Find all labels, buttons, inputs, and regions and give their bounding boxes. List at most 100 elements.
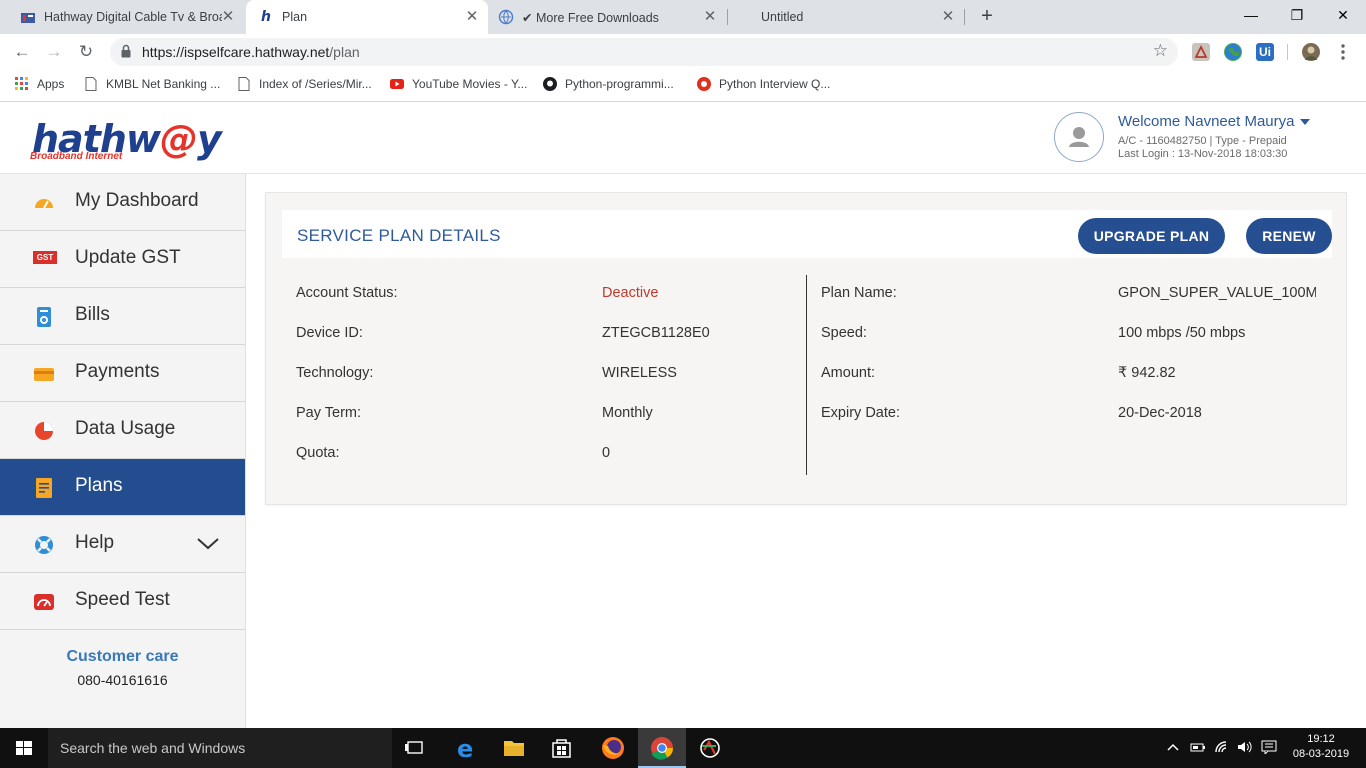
close-tab-icon[interactable]: ✕ (940, 9, 956, 25)
browser-tab-active[interactable]: h Plan ✕ (246, 0, 488, 34)
sidebar-item-help[interactable]: Help (0, 516, 245, 573)
payment-card-icon (34, 368, 54, 381)
service-plan-panel: SERVICE PLAN DETAILS UPGRADE PLAN RENEW … (265, 192, 1347, 505)
edge-browser-icon[interactable]: e (442, 728, 490, 768)
logo-tagline: Broadband Internet (30, 151, 123, 162)
chevron-down-icon[interactable] (196, 533, 220, 553)
speed-value: 100 mbps /50 mbps (1118, 325, 1246, 341)
globe-icon (498, 9, 514, 25)
address-bar[interactable]: https://ispselfcare.hathway.net/plan ☆ (110, 38, 1178, 66)
tab-title: Untitled (761, 10, 804, 24)
column-divider (806, 275, 807, 475)
dashboard-icon (35, 199, 53, 209)
windows-start-icon[interactable] (0, 728, 48, 768)
sidebar-item-payments[interactable]: Payments (0, 345, 245, 402)
browser-menu-icon[interactable] (1340, 42, 1346, 62)
bookmark-python-interview[interactable]: Python Interview Q... (697, 77, 830, 91)
uipath-extension-icon[interactable]: Ui (1256, 43, 1274, 61)
customer-care-title: Customer care (66, 648, 179, 665)
sidebar-item-label: Data Usage (75, 418, 176, 439)
file-explorer-icon[interactable] (490, 728, 538, 768)
plan-name-value: GPON_SUPER_VALUE_100M (1118, 285, 1316, 301)
notifications-icon[interactable] (1261, 740, 1277, 757)
forward-arrow-icon[interactable]: → (42, 40, 66, 64)
close-tab-icon[interactable]: ✕ (220, 9, 236, 25)
tray-chevron-up-icon[interactable] (1166, 740, 1180, 757)
hathway-logo[interactable]: hathw@y Broadband Internet (30, 117, 222, 165)
bookmark-github[interactable]: Python-programmi... (543, 77, 674, 91)
firefox-icon[interactable] (588, 728, 636, 768)
restore-icon[interactable]: ❐ (1274, 0, 1320, 32)
close-window-icon[interactable]: ✕ (1320, 0, 1366, 32)
bookmarks-bar: Apps KMBL Net Banking ... Index of /Seri… (0, 70, 1366, 102)
pdf-extension-icon[interactable] (1192, 43, 1210, 61)
expiry-date-label: Expiry Date: (821, 405, 900, 421)
browser-tab[interactable]: Hathway Digital Cable Tv & Broa ✕ (0, 0, 244, 34)
last-login-line: Last Login : 13-Nov-2018 18:03:30 (1118, 148, 1288, 160)
renew-button[interactable]: RENEW (1246, 218, 1332, 254)
bookmark-label: YouTube Movies - Y... (412, 77, 528, 91)
url-text: https://ispselfcare.hathway.net/plan (142, 44, 360, 60)
sidebar-item-dashboard[interactable]: My Dashboard (0, 174, 245, 231)
plans-icon (36, 478, 52, 498)
account-status-value: Deactive (602, 285, 659, 301)
globe-extension-icon[interactable] (1224, 43, 1242, 61)
account-number-line: A/C - 1160482750 | Type - Prepaid (1118, 135, 1287, 147)
bookmark-kmbl[interactable]: KMBL Net Banking ... (84, 77, 220, 91)
store-icon[interactable] (538, 728, 586, 768)
quota-value: 0 (602, 445, 611, 461)
battery-icon[interactable] (1190, 740, 1206, 757)
browser-tab[interactable]: Untitled ✕ (728, 0, 964, 34)
account-info: A/C - 1160482750 | Type - Prepaid Last L… (1118, 135, 1287, 161)
expiry-date-value: 20-Dec-2018 (1118, 405, 1202, 421)
sidebar-item-plans[interactable]: Plans (0, 459, 245, 516)
checkmark-icon: ✔ (522, 10, 533, 25)
bookmark-label: Python-programmi... (565, 77, 674, 91)
bookmark-label: KMBL Net Banking ... (106, 77, 221, 91)
sidebar-item-update-gst[interactable]: GST Update GST (0, 231, 245, 288)
taskbar-clock[interactable]: 19:12 08-03-2019 (1286, 732, 1356, 762)
close-tab-icon[interactable]: ✕ (464, 9, 480, 25)
sidebar-item-data-usage[interactable]: Data Usage (0, 402, 245, 459)
volume-icon[interactable] (1237, 740, 1253, 757)
pay-term-value: Monthly (602, 405, 653, 421)
speed-label: Speed: (821, 325, 867, 341)
apps-grid-icon (15, 77, 29, 91)
app-taskbar-icon[interactable] (688, 728, 736, 768)
upgrade-plan-button[interactable]: UPGRADE PLAN (1078, 218, 1225, 254)
sidebar: My Dashboard GST Update GST Bills Paymen… (0, 174, 246, 728)
bookmark-youtube[interactable]: YouTube Movies - Y... (390, 77, 527, 91)
taskbar-search-placeholder: Search the web and Windows (60, 740, 246, 756)
clock-date: 08-03-2019 (1292, 748, 1350, 760)
user-avatar-icon[interactable] (1054, 112, 1104, 162)
url-host: https://ispselfcare.hathway.net (142, 44, 330, 60)
sidebar-item-speed-test[interactable]: Speed Test (0, 573, 245, 630)
back-arrow-icon[interactable]: ← (10, 40, 34, 64)
bookmark-index-series[interactable]: Index of /Series/Mir... (237, 77, 372, 91)
plan-name-label: Plan Name: (821, 285, 897, 301)
toolbar-divider (1287, 44, 1288, 60)
sidebar-item-label: My Dashboard (75, 190, 199, 211)
amount-label: Amount: (821, 365, 875, 381)
profile-avatar[interactable] (1302, 43, 1320, 61)
bookmark-apps[interactable]: Apps (15, 77, 64, 91)
reload-icon[interactable]: ↻ (74, 40, 98, 64)
taskbar-search-box[interactable]: Search the web and Windows (48, 728, 392, 768)
welcome-user-menu[interactable]: Welcome Navneet Maurya (1118, 113, 1311, 130)
sidebar-item-label: Plans (75, 475, 123, 496)
red-logo-icon (697, 77, 711, 91)
wifi-icon[interactable] (1214, 740, 1230, 757)
new-tab-button[interactable]: + (976, 6, 998, 28)
close-tab-icon[interactable]: ✕ (702, 9, 718, 25)
youtube-icon (390, 77, 404, 91)
chrome-icon[interactable] (638, 728, 686, 768)
bookmark-star-icon[interactable]: ☆ (1153, 41, 1168, 61)
tab-title: ✔ More Free Downloads (522, 10, 659, 25)
minimize-icon[interactable]: — (1228, 0, 1274, 32)
task-view-icon[interactable] (392, 728, 440, 768)
sidebar-item-bills[interactable]: Bills (0, 288, 245, 345)
browser-tab[interactable]: ✔ More Free Downloads ✕ (490, 0, 726, 34)
sidebar-item-label: Speed Test (75, 589, 170, 610)
hathway-h-icon: h (261, 9, 271, 25)
sidebar-item-label: Update GST (75, 247, 181, 268)
